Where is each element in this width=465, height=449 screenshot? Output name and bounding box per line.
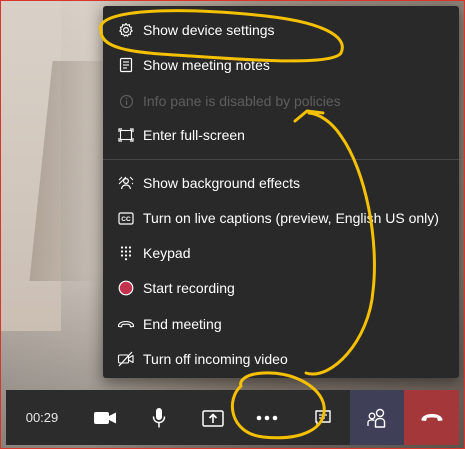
video-off-icon (117, 350, 135, 368)
menu-item-turn-on-live-captions[interactable]: CC Turn on live captions (preview, Engli… (103, 201, 459, 235)
more-options-button[interactable] (240, 390, 294, 445)
more-options-menu: Show device settings Show meeting notes … (103, 6, 459, 378)
menu-item-start-recording[interactable]: Start recording (103, 271, 459, 305)
record-icon (117, 279, 135, 297)
share-screen-button[interactable] (186, 390, 240, 445)
menu-item-label: Show meeting notes (143, 57, 270, 73)
menu-item-show-meeting-notes[interactable]: Show meeting notes (103, 48, 459, 82)
menu-item-enter-full-screen[interactable]: Enter full-screen (103, 118, 459, 152)
menu-item-end-meeting[interactable]: End meeting (103, 307, 459, 341)
more-options-icon (256, 415, 278, 420)
menu-item-label: Info pane is disabled by policies (143, 93, 341, 109)
svg-text:CC: CC (121, 216, 131, 223)
hang-up-button[interactable] (404, 390, 459, 445)
gear-icon (117, 21, 135, 39)
menu-divider (103, 159, 459, 160)
menu-item-turn-off-incoming-video[interactable]: Turn off incoming video (103, 342, 459, 376)
end-meeting-icon (117, 315, 135, 333)
menu-item-label: Enter full-screen (143, 127, 245, 143)
camera-button[interactable] (78, 390, 132, 445)
meeting-window: Show device settings Show meeting notes … (0, 0, 465, 449)
menu-item-label: Show background effects (143, 175, 300, 191)
fullscreen-icon (117, 126, 135, 144)
chat-icon (315, 409, 331, 426)
menu-item-show-background-effects[interactable]: Show background effects (103, 166, 459, 200)
participants-icon (367, 408, 386, 428)
microphone-button[interactable] (132, 390, 186, 445)
call-duration: 00:29 (25, 410, 59, 425)
menu-item-keypad[interactable]: Keypad (103, 236, 459, 270)
hang-up-icon (420, 413, 443, 421)
menu-item-label: End meeting (143, 316, 222, 332)
menu-item-info-pane-disabled: Info pane is disabled by policies (103, 84, 459, 118)
call-toolbar: 00:29 (6, 390, 459, 445)
menu-item-show-device-settings[interactable]: Show device settings (103, 13, 459, 47)
share-screen-icon (202, 409, 224, 427)
participants-button[interactable] (350, 390, 404, 445)
menu-item-label: Turn on live captions (preview, English … (143, 210, 439, 226)
captions-icon: CC (117, 209, 135, 227)
info-icon (117, 92, 135, 110)
menu-item-label: Keypad (143, 245, 191, 261)
notes-icon (117, 56, 135, 74)
menu-item-label: Turn off incoming video (143, 351, 288, 367)
background-effects-icon (117, 174, 135, 192)
camera-icon (94, 411, 116, 424)
chat-button[interactable] (296, 390, 350, 445)
menu-item-label: Show device settings (143, 22, 275, 38)
menu-item-label: Start recording (143, 280, 235, 296)
keypad-icon (117, 244, 135, 262)
microphone-icon (152, 407, 166, 427)
